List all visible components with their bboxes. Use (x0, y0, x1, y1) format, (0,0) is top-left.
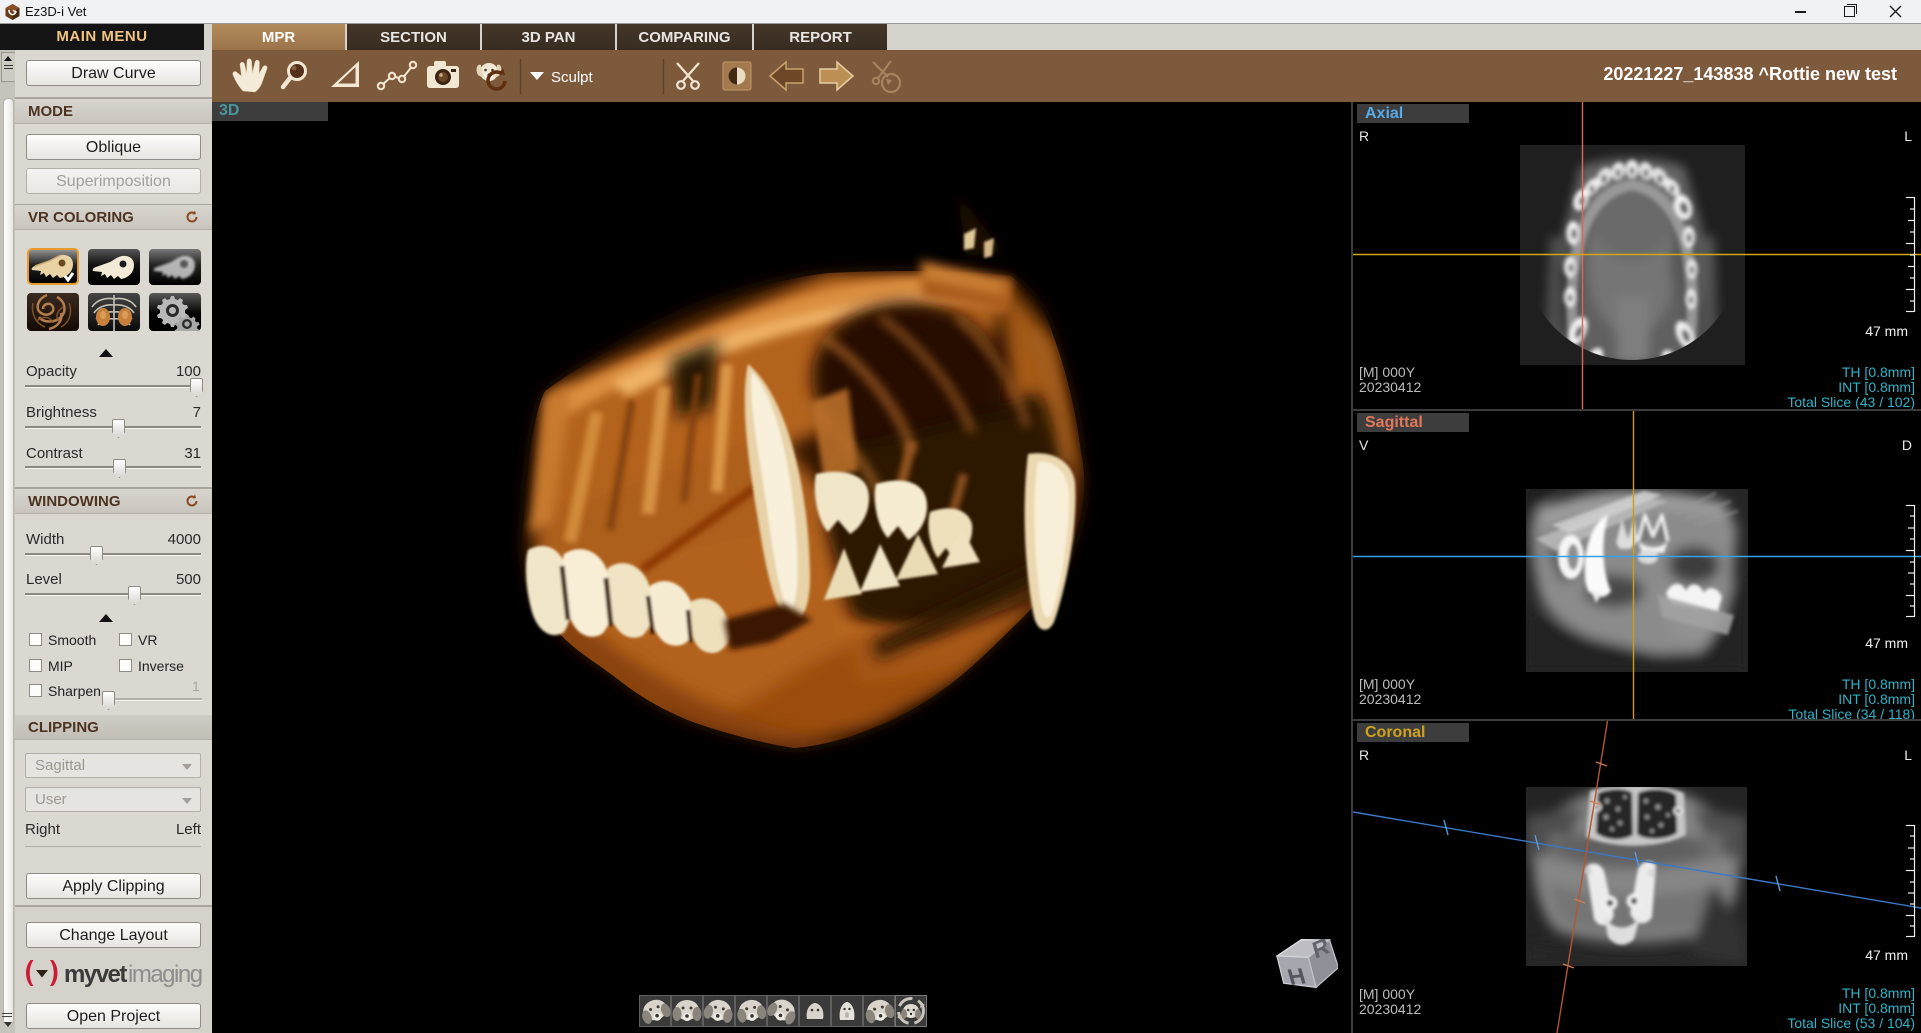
svg-text:myvet: myvet (64, 961, 127, 988)
svg-text:Sculpt: Sculpt (551, 69, 594, 86)
svg-text:imaging: imaging (128, 961, 202, 988)
